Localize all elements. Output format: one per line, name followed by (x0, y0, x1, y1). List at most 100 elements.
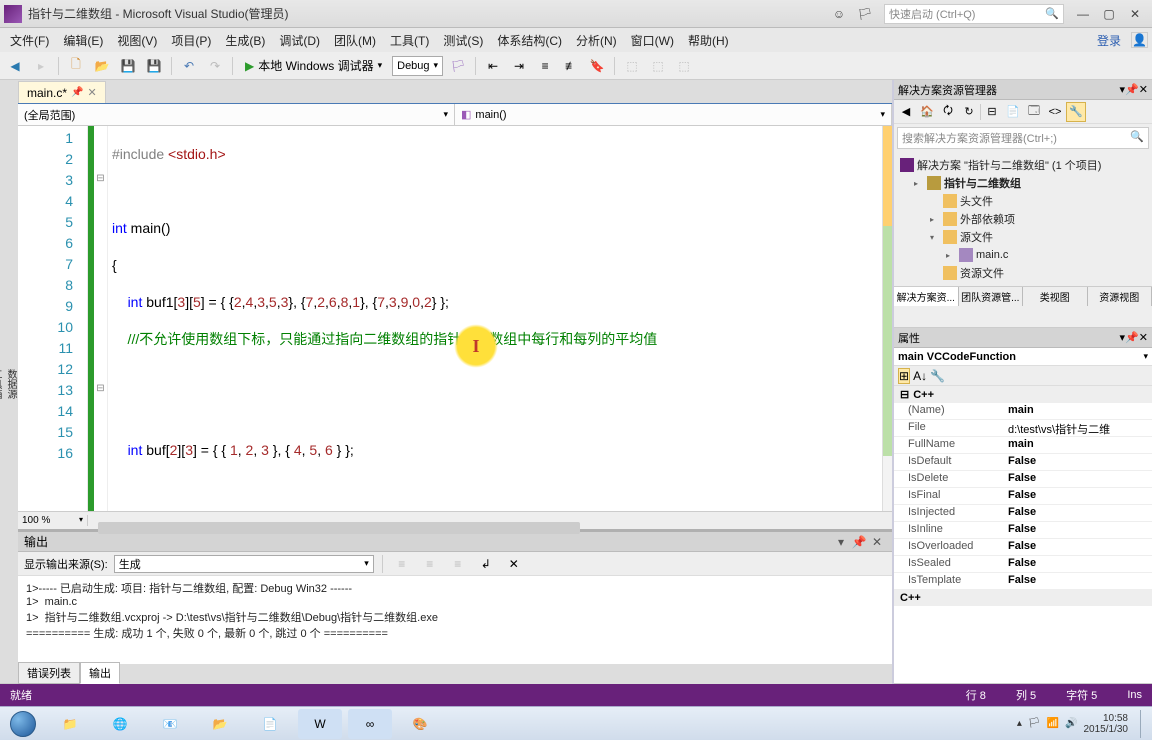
solution-explorer-header[interactable]: 解决方案资源管理器 ▾ 📌 ✕ (894, 80, 1152, 100)
tree-folder-headers[interactable]: 头文件 (896, 192, 1150, 210)
nav-back-button[interactable]: ◀ (4, 55, 26, 77)
undo-button[interactable]: ↶ (178, 55, 200, 77)
output-prev-icon[interactable]: ≡ (391, 553, 413, 575)
output-wrap-icon[interactable]: ↲ (475, 553, 497, 575)
indent-less-button[interactable]: ⇤ (482, 55, 504, 77)
panel-pin-icon[interactable]: 📌 (850, 534, 868, 550)
se-sync-icon[interactable]: 🗘 (938, 102, 958, 122)
maximize-button[interactable]: ▢ (1096, 4, 1122, 24)
prop-group-cpp2[interactable]: C++ (894, 590, 1152, 606)
menu-debug[interactable]: 调试(D) (273, 30, 326, 51)
tree-project-node[interactable]: ▸指针与二维数组 (896, 174, 1150, 192)
login-link[interactable]: 登录 (1089, 30, 1129, 51)
menu-build[interactable]: 生成(B) (219, 30, 271, 51)
new-project-button[interactable]: 🗋 (65, 55, 87, 77)
tb-extra2[interactable]: ⬚ (647, 55, 669, 77)
indent-more-button[interactable]: ⇥ (508, 55, 530, 77)
config-combo[interactable]: Debug ▾ (392, 56, 443, 76)
close-button[interactable]: ✕ (1122, 4, 1148, 24)
rtab-resource[interactable]: 资源视图 (1088, 287, 1152, 306)
panel-close-icon[interactable]: ✕ (868, 534, 886, 550)
tab-output[interactable]: 输出 (80, 662, 120, 684)
tb-extra3[interactable]: ⬚ (673, 55, 695, 77)
member-combo[interactable]: ◧main()▾ (455, 104, 892, 125)
properties-subject[interactable]: main VCCodeFunction ▾ (894, 348, 1152, 366)
se-collapse-icon[interactable]: ⊟ (982, 102, 1002, 122)
menu-test[interactable]: 测试(S) (437, 30, 489, 51)
solution-tree[interactable]: 解决方案 "指针与二维数组" (1 个项目) ▸指针与二维数组 头文件 ▸外部依… (894, 152, 1152, 286)
prop-pin-icon[interactable]: 📌 (1125, 331, 1139, 344)
taskbar-word-icon[interactable]: W (298, 709, 342, 739)
menu-help[interactable]: 帮助(H) (682, 30, 735, 51)
rtab-class[interactable]: 类视图 (1023, 287, 1088, 306)
output-clear-icon[interactable]: ≡ (447, 553, 469, 575)
menu-tools[interactable]: 工具(T) (384, 30, 435, 51)
prop-pages-icon[interactable]: 🔧 (930, 369, 945, 383)
solution-search-input[interactable]: 搜索解决方案资源管理器(Ctrl+;) 🔍 (897, 127, 1149, 149)
notifications-icon[interactable]: 🏳 (852, 4, 878, 24)
se-back-icon[interactable]: ◀ (896, 102, 916, 122)
menu-analyze[interactable]: 分析(N) (570, 30, 623, 51)
show-desktop-button[interactable] (1140, 710, 1148, 738)
menu-project[interactable]: 项目(P) (165, 30, 217, 51)
taskbar-explorer-icon[interactable]: 📁 (48, 709, 92, 739)
save-all-button[interactable]: 💾 (143, 55, 165, 77)
open-file-button[interactable]: 📂 (91, 55, 113, 77)
output-panel-header[interactable]: 输出 ▾ 📌 ✕ (18, 532, 892, 552)
prop-group-cpp[interactable]: ⊟C++ (894, 386, 1152, 403)
properties-grid[interactable]: ⊟C++ (Name)main Filed:\test\vs\指针与二维 Ful… (894, 386, 1152, 683)
properties-header[interactable]: 属性 ▾ 📌 ✕ (894, 328, 1152, 348)
tree-folder-resources[interactable]: 资源文件 (896, 264, 1150, 282)
redo-button[interactable]: ↷ (204, 55, 226, 77)
menu-arch[interactable]: 体系结构(C) (491, 30, 568, 51)
tree-solution-node[interactable]: 解决方案 "指针与二维数组" (1 个项目) (896, 156, 1150, 174)
taskbar-vs-icon[interactable]: ∞ (348, 709, 392, 739)
se-home-icon[interactable]: 🏠 (917, 102, 937, 122)
panel-menu-icon[interactable]: ▾ (832, 534, 850, 550)
output-text[interactable]: 1>----- 已启动生成: 项目: 指针与二维数组, 配置: Debug Wi… (18, 576, 892, 664)
user-icon[interactable]: 👤 (1131, 32, 1148, 48)
uncomment-button[interactable]: ≢ (560, 55, 582, 77)
overview-ruler[interactable] (882, 126, 892, 511)
start-debug-button[interactable]: ▶ 本地 Windows 调试器 ▾ (239, 55, 388, 76)
tree-file-main-c[interactable]: ▸main.c (896, 246, 1150, 264)
tray-clock[interactable]: 10:58 2015/1/30 (1084, 713, 1129, 735)
rtab-sln[interactable]: 解决方案资... (894, 287, 959, 306)
taskbar-folder-icon[interactable]: 📂 (198, 709, 242, 739)
system-tray[interactable]: ▴ 🏳 📶 🔊 10:58 2015/1/30 (1017, 710, 1148, 738)
menu-view[interactable]: 视图(V) (111, 30, 163, 51)
se-preview-icon[interactable]: <> (1045, 102, 1065, 122)
output-clear2-icon[interactable]: ✕ (503, 553, 525, 575)
nav-fwd-button[interactable]: ▸ (30, 55, 52, 77)
pin-icon[interactable]: 📌 (71, 87, 83, 98)
taskbar-paint-icon[interactable]: 🎨 (398, 709, 442, 739)
left-tab-datasource[interactable]: 数据源 (3, 84, 18, 684)
zoom-combo[interactable]: 100 %▾ (18, 515, 88, 526)
tb-extra1[interactable]: ⬚ (621, 55, 643, 77)
minimize-button[interactable]: — (1070, 4, 1096, 24)
start-button[interactable] (4, 709, 42, 739)
prop-alpha-icon[interactable]: A↓ (913, 369, 927, 383)
output-next-icon[interactable]: ≡ (419, 553, 441, 575)
output-source-combo[interactable]: 生成▾ (114, 555, 374, 573)
fold-strip[interactable]: ⊟⊟ (94, 126, 108, 511)
menu-team[interactable]: 团队(M) (328, 30, 382, 51)
menu-file[interactable]: 文件(F) (4, 30, 55, 51)
save-button[interactable]: 💾 (117, 55, 139, 77)
rtab-team[interactable]: 团队资源管... (959, 287, 1024, 306)
find-button[interactable]: 🏳 (447, 55, 469, 77)
prop-categorize-icon[interactable]: ⊞ (898, 368, 910, 384)
document-tab-main-c[interactable]: main.c* 📌 ✕ (18, 81, 106, 103)
menu-window[interactable]: 窗口(W) (625, 30, 680, 51)
tree-folder-source[interactable]: ▾源文件 (896, 228, 1150, 246)
left-docked-tabs[interactable]: 数据源 工具箱 (0, 80, 18, 684)
se-refresh-icon[interactable]: ↻ (959, 102, 979, 122)
taskbar-notepad-icon[interactable]: 📄 (248, 709, 292, 739)
taskbar-outlook-icon[interactable]: 📧 (148, 709, 192, 739)
se-properties-icon[interactable]: 🗔 (1024, 102, 1044, 122)
tree-folder-external[interactable]: ▸外部依赖项 (896, 210, 1150, 228)
prop-close-icon[interactable]: ✕ (1139, 331, 1148, 344)
tab-error-list[interactable]: 错误列表 (18, 662, 80, 684)
scope-combo[interactable]: (全局范围)▾ (18, 104, 455, 125)
menu-edit[interactable]: 编辑(E) (57, 30, 109, 51)
